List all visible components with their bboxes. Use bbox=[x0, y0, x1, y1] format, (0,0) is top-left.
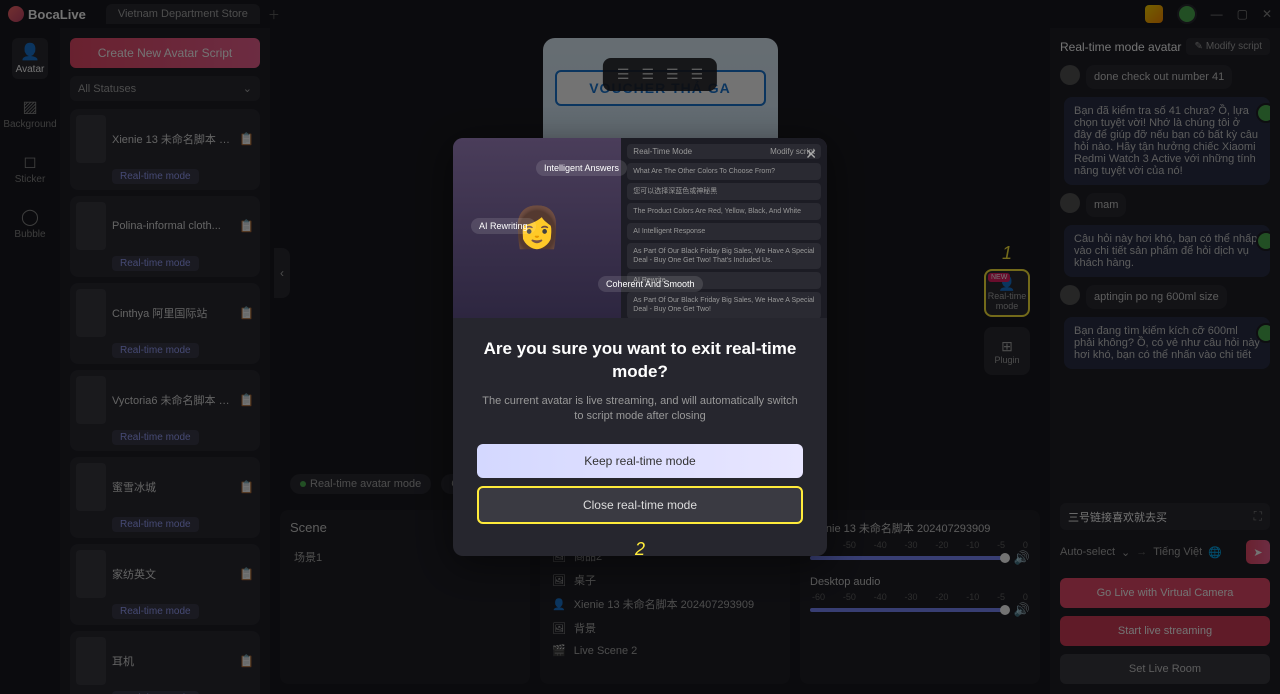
pill-rewriting: AI Rewriting bbox=[471, 218, 536, 234]
pill-coherent: Coherent And Smooth bbox=[598, 276, 703, 292]
hero-feed-msg: 您可以选择深蓝色或神秘黑 bbox=[627, 183, 821, 200]
hero-feed-msg: What Are The Other Colors To Choose From… bbox=[627, 163, 821, 180]
modal-hero: Intelligent Answers AI Rewriting Coheren… bbox=[453, 138, 827, 318]
hero-feed-msg: As Part Of Our Black Friday Big Sales, W… bbox=[627, 292, 821, 317]
hero-feed-msg: As Part Of Our Black Friday Big Sales, W… bbox=[627, 243, 821, 269]
pill-intelligent: Intelligent Answers bbox=[536, 160, 627, 176]
keep-realtime-button[interactable]: Keep real-time mode bbox=[477, 444, 803, 478]
hero-feed-msg: AI Intelligent Response bbox=[627, 223, 821, 240]
close-realtime-button[interactable]: Close real-time mode bbox=[477, 486, 803, 524]
exit-realtime-modal: ✕ Intelligent Answers AI Rewriting Coher… bbox=[453, 138, 827, 557]
modal-close-button[interactable]: ✕ bbox=[805, 146, 817, 163]
modal-backdrop: ✕ Intelligent Answers AI Rewriting Coher… bbox=[0, 0, 1280, 694]
annotation-2: 2 bbox=[635, 539, 645, 556]
modal-title: Are you sure you want to exit real-time … bbox=[477, 338, 803, 384]
hero-feed-msg: The Product Colors Are Red, Yellow, Blac… bbox=[627, 203, 821, 220]
modal-subtitle: The current avatar is live streaming, an… bbox=[477, 394, 803, 425]
